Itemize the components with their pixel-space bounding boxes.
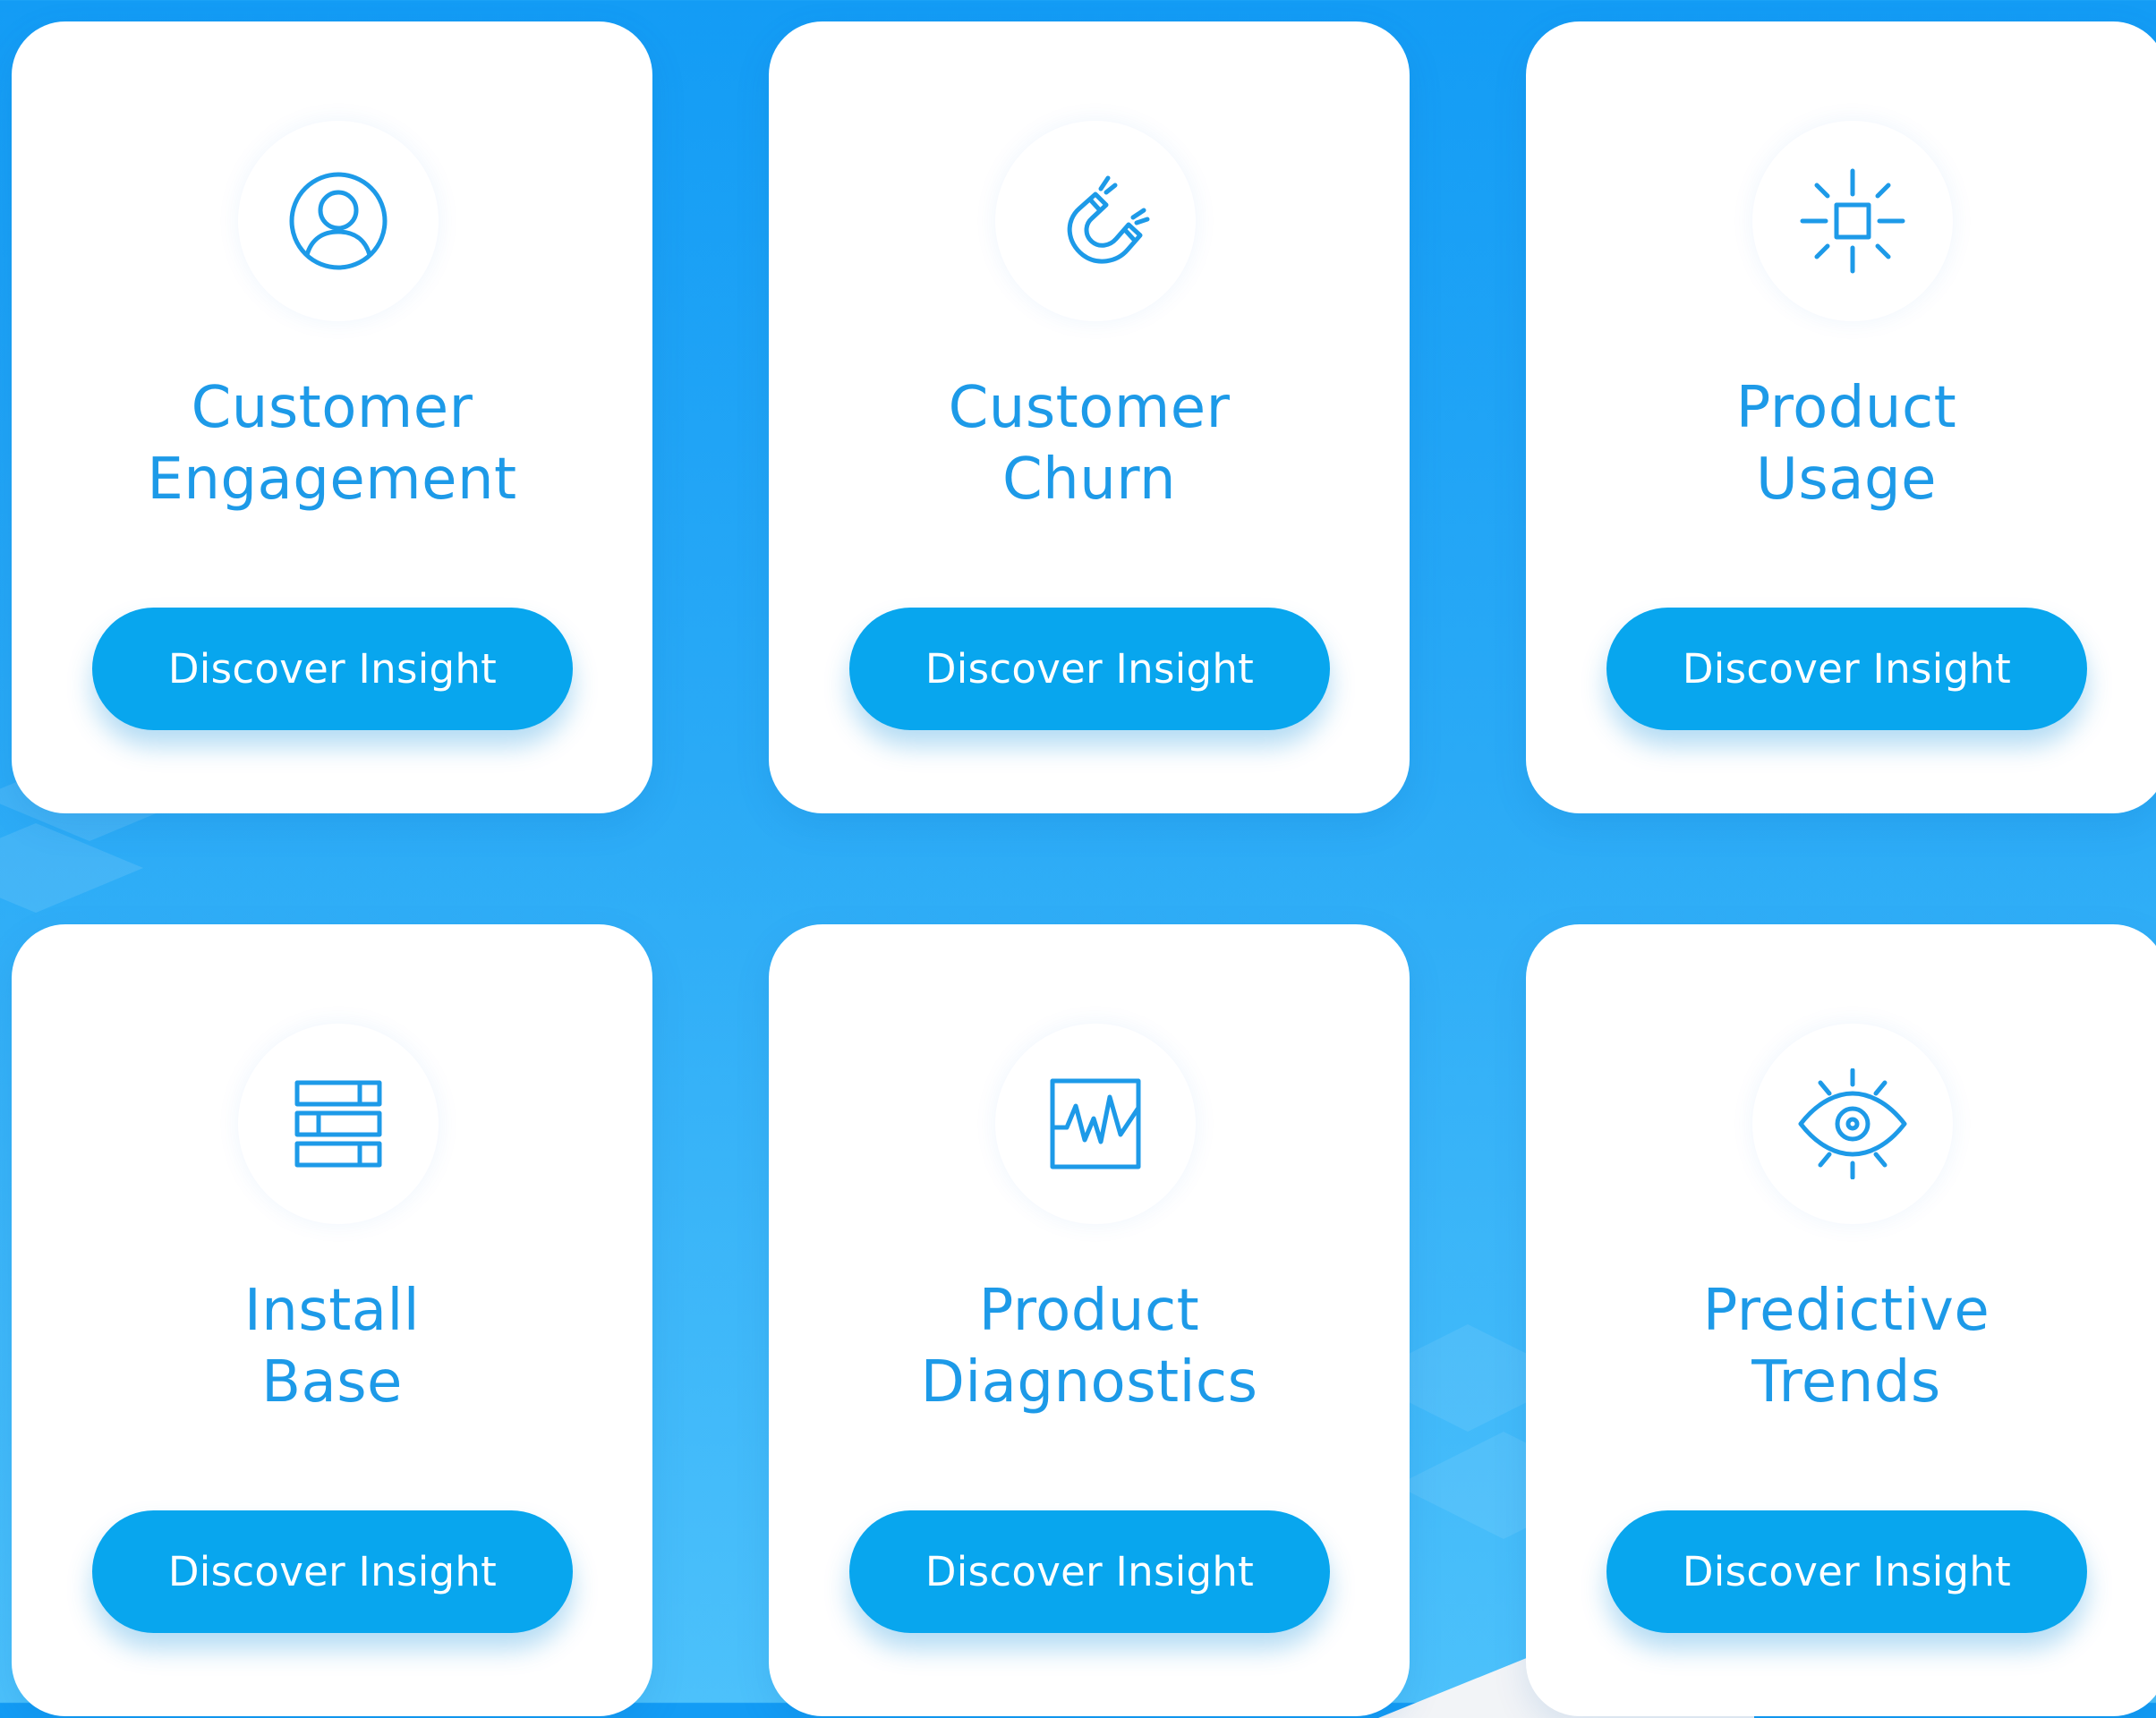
eye-icon [1798, 1068, 1907, 1179]
insight-card-product-usage: Product Usage Discover Insight [1526, 21, 2156, 813]
discover-insight-button[interactable]: Discover Insight [92, 1510, 573, 1633]
card-title-line-1: Customer [191, 375, 473, 441]
magnet-icon [1067, 175, 1150, 264]
waveform-icon [1050, 1078, 1141, 1169]
discover-insight-button[interactable]: Discover Insight [1606, 608, 2087, 730]
icon-badge [238, 121, 439, 321]
discover-insight-button[interactable]: Discover Insight [849, 1510, 1330, 1633]
card-title: Customer Churn [769, 372, 1410, 515]
sun-square-icon [1800, 168, 1905, 274]
card-title: Product Diagnostics [769, 1275, 1410, 1418]
card-title: Predictive Trends [1526, 1275, 2156, 1418]
card-title-line-1: Product [978, 1278, 1200, 1344]
card-title-line-1: Predictive [1702, 1278, 1990, 1344]
insight-card-customer-churn: Customer Churn Discover Insight [769, 21, 1410, 813]
user-circle-icon [289, 172, 388, 270]
discover-insight-button[interactable]: Discover Insight [1606, 1510, 2087, 1633]
icon-badge [995, 1024, 1196, 1224]
card-title-line-2: Base [261, 1349, 403, 1416]
card-title-line-2: Churn [1001, 447, 1177, 513]
insight-card-product-diagnostics: Product Diagnostics Discover Insight [769, 924, 1410, 1716]
insight-card-predictive-trends: Predictive Trends Discover Insight [1526, 924, 2156, 1716]
icon-badge [995, 121, 1196, 321]
discover-insight-button[interactable]: Discover Insight [92, 608, 573, 730]
card-title: Install Base [12, 1275, 652, 1418]
icon-badge [1752, 121, 1953, 321]
card-title-line-2: Trends [1751, 1349, 1941, 1416]
insight-card-install-base: Install Base Discover Insight [12, 924, 652, 1716]
card-title-line-1: Install [243, 1278, 421, 1344]
card-title-line-2: Engagement [147, 447, 517, 513]
insight-card-grid: Customer Engagement Discover Insight Cus… [0, 0, 2156, 1716]
icon-badge [1752, 1024, 1953, 1224]
icon-badge [238, 1024, 439, 1224]
card-title-line-1: Customer [948, 375, 1231, 441]
discover-insight-button[interactable]: Discover Insight [849, 608, 1330, 730]
card-title-line-2: Usage [1756, 447, 1937, 513]
brick-wall-icon [294, 1080, 382, 1168]
insight-card-customer-engagement: Customer Engagement Discover Insight [12, 21, 652, 813]
card-title: Product Usage [1526, 372, 2156, 515]
card-title: Customer Engagement [12, 372, 652, 515]
card-title-line-2: Diagnostics [920, 1349, 1258, 1416]
card-title-line-1: Product [1735, 375, 1957, 441]
